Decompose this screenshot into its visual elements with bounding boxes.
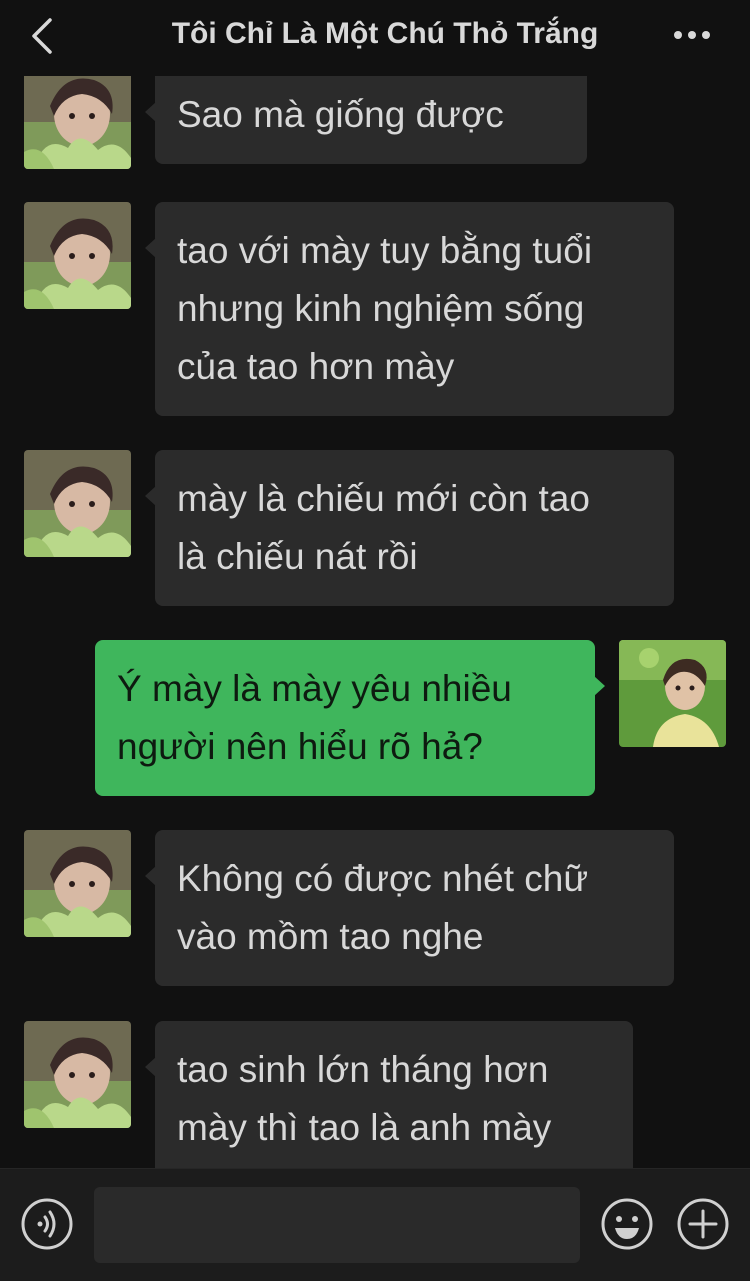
plus-icon [677,1198,729,1250]
message-bubble-incoming[interactable]: tao với mày tuy bằng tuổi nhưng kinh ngh… [145,202,674,416]
contact-avatar-image [24,62,131,169]
bubble-tail [594,676,605,696]
plus-button[interactable] [676,1197,730,1251]
message-bubble-incoming[interactable]: Sao mà giống được [145,66,587,164]
message-text-line: mày thì tao là anh mày [177,1107,552,1148]
contact-avatar[interactable] [24,62,131,169]
message-bubble-incoming[interactable]: tao sinh lớn tháng hơn mày thì tao là an… [145,1021,633,1168]
message-bubble-incoming[interactable]: Không có được nhét chữ vào mồm tao nghe [145,830,674,986]
message-text-line: vào mồm tao nghe [177,916,484,957]
message-text-line: người nên hiểu rõ hả? [117,726,483,767]
message-text-line: là chiếu nát rồi [177,536,418,577]
contact-avatar[interactable] [24,830,131,937]
message-text-line: Sao mà giống được [177,94,504,135]
message-text-line: tao với mày tuy bằng tuổi [177,230,593,271]
self-avatar[interactable] [619,640,726,747]
emoji-icon [601,1198,653,1250]
more-options-button[interactable] [662,18,722,52]
contact-avatar[interactable] [24,450,131,557]
message-text-line: tao sinh lớn tháng hơn [177,1049,549,1090]
chat-title: Tôi Chỉ Là Một Chú Thỏ Trắng [171,17,599,50]
message-text-line: mày là chiếu mới còn tao [177,478,590,519]
voice-button[interactable] [20,1197,74,1251]
voice-icon [21,1198,73,1250]
contact-avatar-image [24,450,131,557]
contact-avatar-image [24,202,131,309]
more-dots-icon [674,31,710,39]
message-text-line: Không có được nhét chữ [177,858,589,899]
chevron-left-icon [32,18,52,54]
input-toolbar [0,1168,750,1281]
bubble-tail [145,486,156,506]
chat-area: Sao mà giống được tao với mày tuy bằng t… [0,0,750,1168]
self-avatar-image [619,640,726,747]
bubble-tail [145,102,156,122]
bubble-tail [145,866,156,886]
message-text-line: nhưng kinh nghiệm sống [177,288,585,329]
emoji-button[interactable] [600,1197,654,1251]
bubble-tail [145,1057,156,1077]
contact-avatar-image [24,830,131,937]
back-button[interactable] [22,14,66,58]
chat-header: Tôi Chỉ Là Một Chú Thỏ Trắng [0,0,750,76]
message-bubble-outgoing[interactable]: Ý mày là mày yêu nhiều người nên hiểu rõ… [95,640,605,796]
contact-avatar[interactable] [24,202,131,309]
message-bubble-incoming[interactable]: mày là chiếu mới còn tao là chiếu nát rồ… [145,450,674,606]
contact-avatar-image [24,1021,131,1128]
contact-avatar[interactable] [24,1021,131,1128]
message-text-line: Ý mày là mày yêu nhiều [117,668,512,709]
message-text-line: của tao hơn mày [177,346,455,387]
message-input[interactable] [94,1187,580,1263]
bubble-tail [145,238,156,258]
